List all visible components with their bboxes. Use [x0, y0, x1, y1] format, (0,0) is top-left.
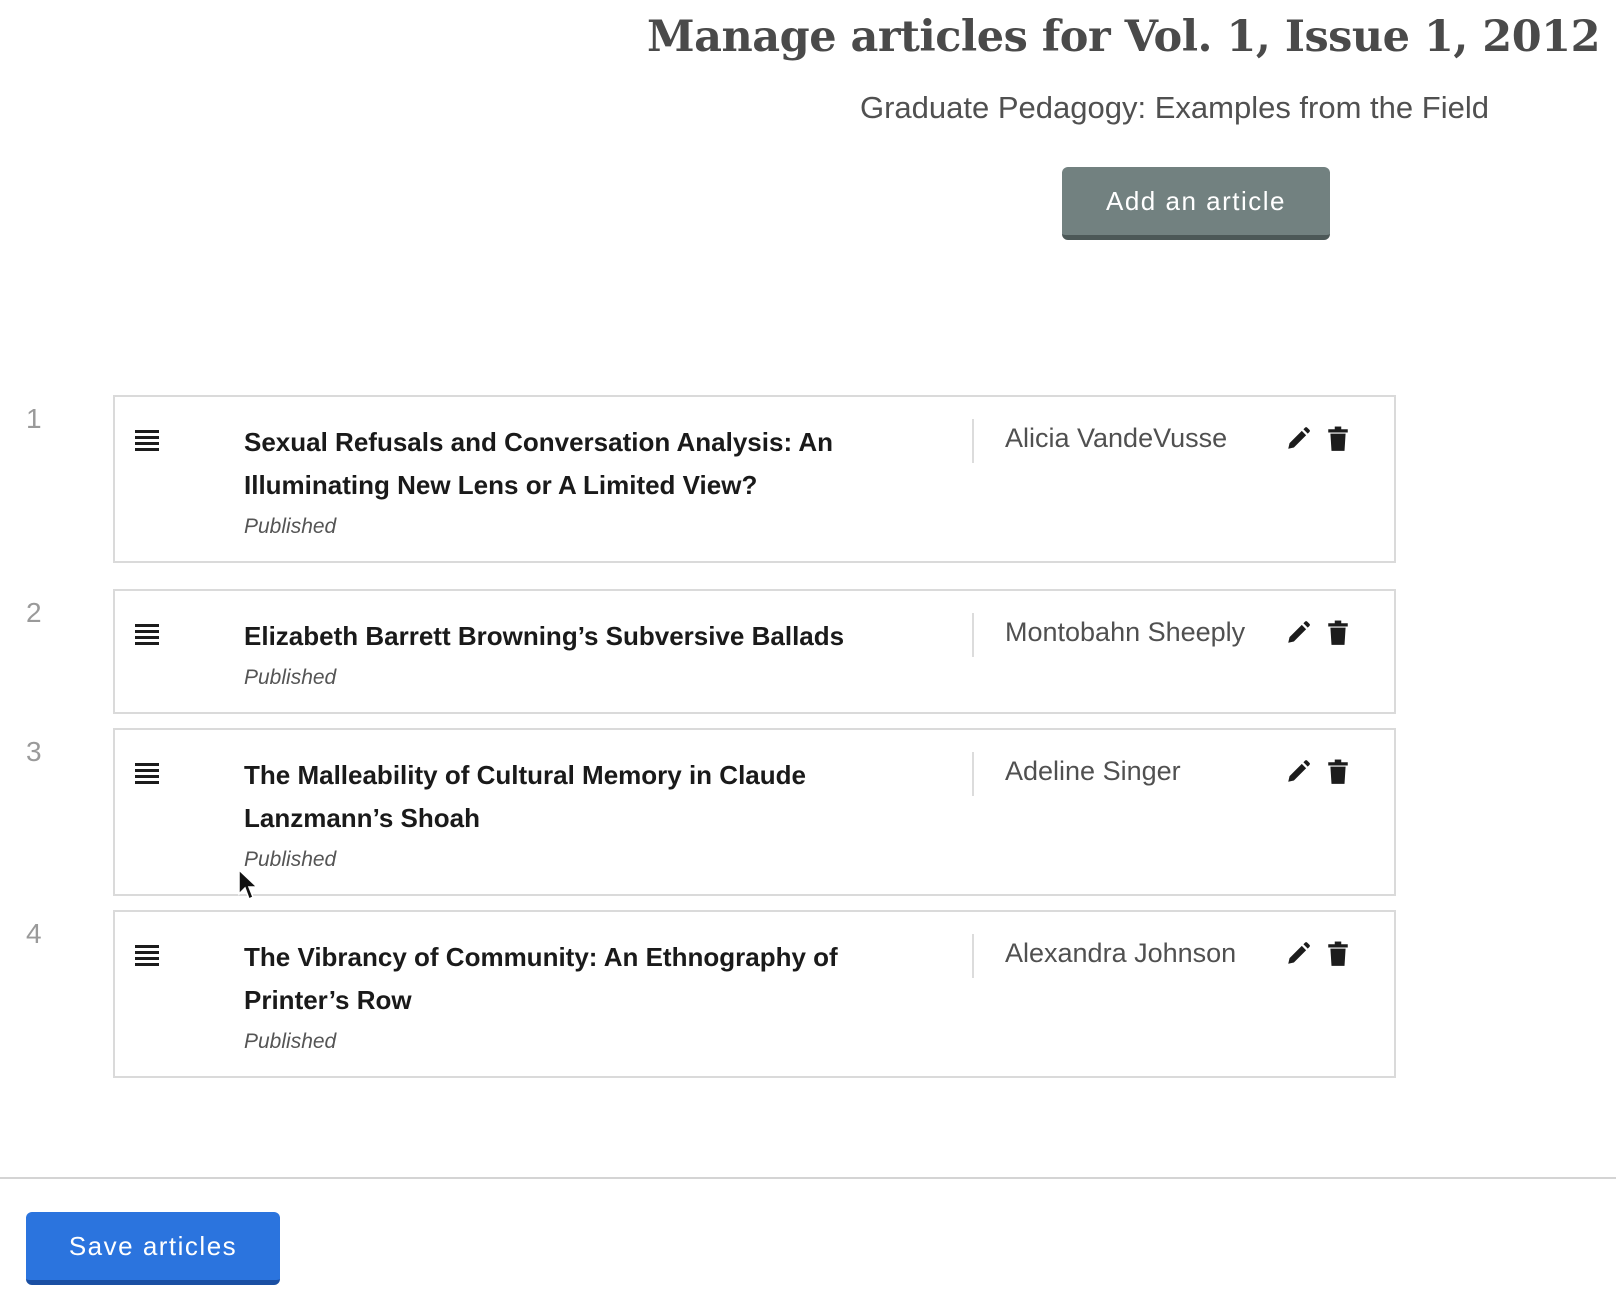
article-status: Published: [244, 848, 337, 871]
add-article-button[interactable]: Add an article: [1062, 167, 1330, 240]
drag-handle-icon[interactable]: [135, 624, 159, 646]
article-main: Elizabeth Barrett Browning’s Subversive …: [244, 615, 884, 690]
article-actions: [1285, 940, 1351, 968]
article-title: Elizabeth Barrett Browning’s Subversive …: [244, 621, 845, 651]
footer-divider: [0, 1177, 1616, 1179]
article-main: The Vibrancy of Community: An Ethnograph…: [244, 936, 884, 1054]
article-author: Adeline Singer: [1005, 756, 1181, 786]
drag-handle-icon[interactable]: [135, 763, 159, 785]
column-divider: [972, 934, 974, 978]
pencil-icon[interactable]: [1285, 425, 1311, 453]
save-articles-button[interactable]: Save articles: [26, 1212, 280, 1285]
article-order-number: 2: [26, 597, 42, 628]
article-list: 1 Sexual Refusals and Conversation Analy…: [0, 395, 1616, 1090]
article-status: Published: [244, 515, 337, 538]
article-title: The Vibrancy of Community: An Ethnograph…: [244, 942, 838, 1015]
article-author: Alexandra Johnson: [1005, 938, 1237, 968]
article-author: Alicia VandeVusse: [1005, 423, 1228, 453]
column-divider: [972, 613, 974, 657]
trash-icon[interactable]: [1325, 940, 1351, 968]
article-status: Published: [244, 1030, 337, 1053]
article-actions: [1285, 619, 1351, 647]
article-author: Montobahn Sheeply: [1005, 617, 1246, 647]
article-order-number: 1: [26, 403, 42, 434]
article-card: Sexual Refusals and Conversation Analysi…: [113, 395, 1396, 563]
mouse-pointer-icon: [238, 868, 259, 901]
article-row: 1 Sexual Refusals and Conversation Analy…: [0, 395, 1616, 589]
article-card: The Vibrancy of Community: An Ethnograph…: [113, 910, 1396, 1078]
article-row: 2 Elizabeth Barrett Browning’s Subversiv…: [0, 589, 1616, 728]
pencil-icon[interactable]: [1285, 758, 1311, 786]
article-main: Sexual Refusals and Conversation Analysi…: [244, 421, 884, 539]
article-card: The Malleability of Cultural Memory in C…: [113, 728, 1396, 896]
page-title: Manage articles for Vol. 1, Issue 1, 201…: [647, 12, 1600, 62]
article-order-number: 4: [26, 918, 42, 949]
manage-articles-page: Manage articles for Vol. 1, Issue 1, 201…: [0, 0, 1616, 1298]
article-title: The Malleability of Cultural Memory in C…: [244, 760, 806, 833]
article-row: 4 The Vibrancy of Community: An Ethnogra…: [0, 910, 1616, 1090]
article-main: The Malleability of Cultural Memory in C…: [244, 754, 884, 872]
trash-icon[interactable]: [1325, 758, 1351, 786]
article-title: Sexual Refusals and Conversation Analysi…: [244, 427, 834, 500]
article-actions: [1285, 758, 1351, 786]
article-order-number: 3: [26, 736, 42, 767]
article-actions: [1285, 425, 1351, 453]
issue-subtitle: Graduate Pedagogy: Examples from the Fie…: [860, 90, 1489, 125]
trash-icon[interactable]: [1325, 619, 1351, 647]
trash-icon[interactable]: [1325, 425, 1351, 453]
article-card: Elizabeth Barrett Browning’s Subversive …: [113, 589, 1396, 714]
article-status: Published: [244, 666, 337, 689]
pencil-icon[interactable]: [1285, 619, 1311, 647]
drag-handle-icon[interactable]: [135, 430, 159, 452]
column-divider: [972, 752, 974, 796]
drag-handle-icon[interactable]: [135, 945, 159, 967]
column-divider: [972, 419, 974, 463]
pencil-icon[interactable]: [1285, 940, 1311, 968]
